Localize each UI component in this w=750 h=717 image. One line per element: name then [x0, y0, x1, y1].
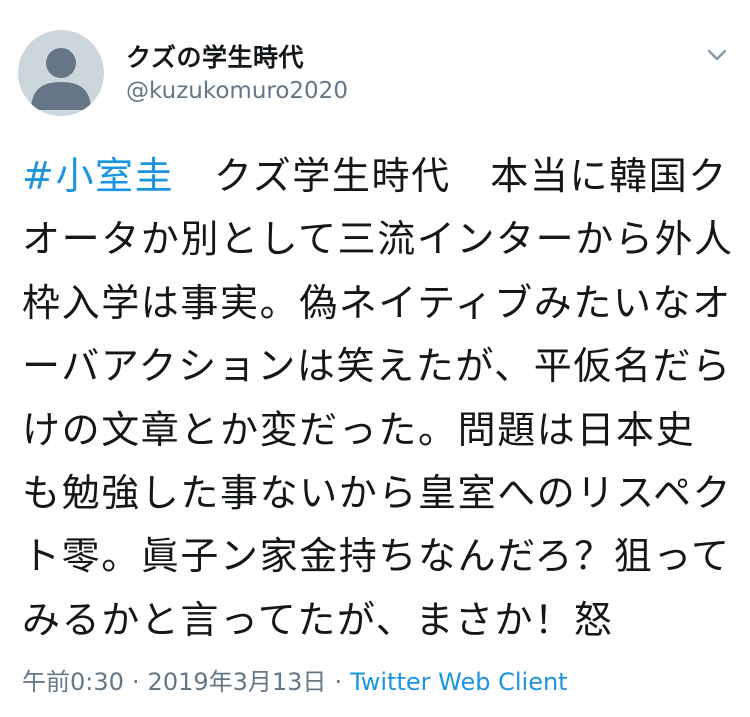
tweet-metadata: 午前0:30 · 2019年3月13日 · Twitter Web Client — [22, 662, 568, 697]
tweet-time: 午前0:30 — [22, 668, 124, 696]
tweet-menu-button[interactable] — [700, 38, 734, 72]
chevron-down-icon — [707, 49, 727, 61]
user-handle[interactable]: @kuzukomuro2020 — [126, 78, 348, 104]
tweet-source-link[interactable]: Twitter Web Client — [350, 668, 568, 696]
display-name[interactable]: クズの学生時代 — [126, 38, 304, 74]
tweet-body: クズ学生時代 本当に韓国クオータか別として三流インターから外人枠入学は事実。偽ネ… — [22, 154, 734, 642]
tweet-text: #小室圭 クズ学生時代 本当に韓国クオータか別として三流インターから外人枠入学は… — [22, 145, 734, 652]
separator-dot: · — [334, 668, 343, 696]
default-avatar-icon — [31, 48, 91, 110]
avatar[interactable] — [18, 30, 104, 116]
tweet-date: 2019年3月13日 — [147, 668, 327, 696]
hashtag-link[interactable]: #小室圭 — [22, 154, 174, 198]
separator-dot: · — [131, 668, 140, 696]
tweet-card: クズの学生時代 @kuzukomuro2020 #小室圭 クズ学生時代 本当に韓… — [0, 0, 750, 717]
